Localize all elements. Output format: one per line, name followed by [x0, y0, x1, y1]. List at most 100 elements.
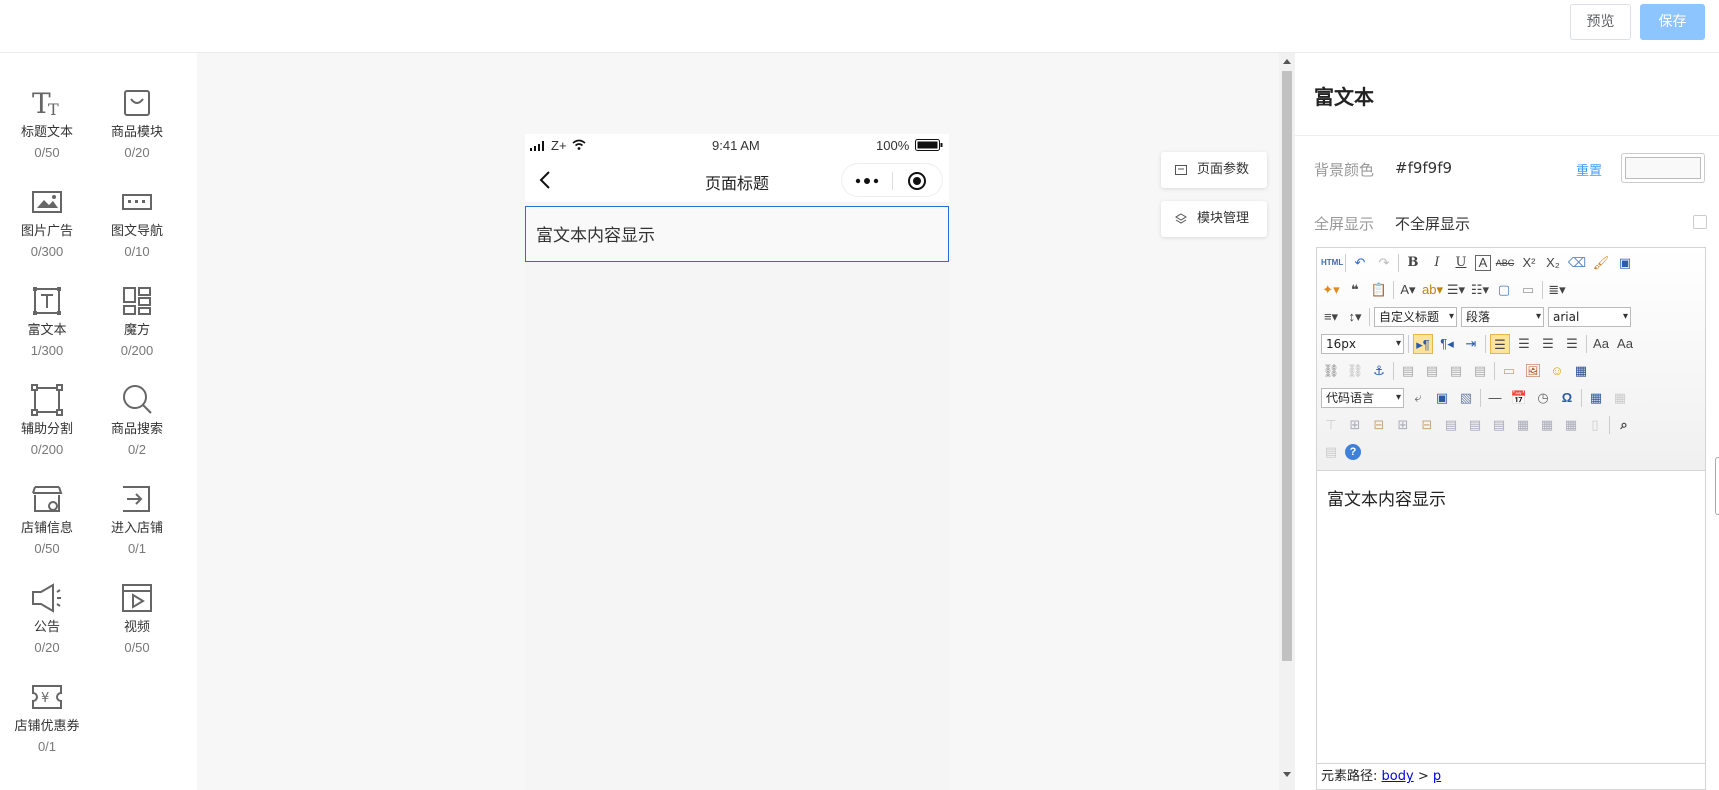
preview-screen-icon[interactable]: ▣ [1615, 253, 1635, 273]
path-p-link[interactable]: p [1433, 769, 1441, 784]
scroll-down-arrow[interactable] [1283, 772, 1291, 777]
palette-item-announcement[interactable]: 公告 0/20 [2, 580, 92, 657]
emotion-icon[interactable]: ☺ [1547, 361, 1567, 381]
image-none-icon[interactable]: ▤ [1398, 361, 1418, 381]
fullscreen-checkbox[interactable] [1693, 215, 1707, 229]
module-manage-button[interactable]: 模块管理 [1161, 201, 1267, 237]
indent-icon[interactable]: ⇥ [1461, 334, 1481, 354]
delete-col-icon[interactable]: ⊟ [1417, 415, 1437, 435]
palette-item-title-text[interactable]: TT 标题文本 0/50 [2, 85, 92, 162]
insert-video-icon[interactable]: ▦ [1571, 361, 1591, 381]
palette-item-enter-store[interactable]: 进入店铺 0/1 [92, 481, 182, 558]
font-color-icon[interactable]: A▾ [1398, 280, 1418, 300]
insert-paragraph-before-table-icon[interactable]: ⊤ [1321, 415, 1341, 435]
merge-right-icon[interactable]: ▤ [1465, 415, 1485, 435]
date-icon[interactable]: 📅 [1509, 388, 1529, 408]
scroll-up-arrow[interactable] [1283, 59, 1291, 64]
color-picker[interactable] [1621, 153, 1705, 183]
palette-item-video[interactable]: 视频 0/50 [92, 580, 182, 657]
blockquote-icon[interactable]: ❝ [1345, 280, 1365, 300]
redo-icon[interactable]: ↷ [1374, 253, 1394, 273]
split-cells-icon[interactable]: ▦ [1513, 415, 1533, 435]
anchor-icon[interactable]: ⚓ [1369, 361, 1389, 381]
background-color-icon[interactable]: ab▾ [1422, 280, 1443, 300]
simple-upload-icon[interactable]: ▭ [1499, 361, 1519, 381]
background-icon[interactable]: ▧ [1456, 388, 1476, 408]
print-icon[interactable]: ▯ [1585, 415, 1605, 435]
split-rows-icon[interactable]: ▦ [1537, 415, 1557, 435]
insert-col-icon[interactable]: ⊞ [1393, 415, 1413, 435]
insert-table-icon[interactable]: ▦ [1586, 388, 1606, 408]
subscript-icon[interactable]: X₂ [1543, 253, 1563, 273]
palette-item-magic-cube[interactable]: 魔方 0/200 [92, 283, 182, 360]
reset-link[interactable]: 重置 [1576, 160, 1602, 179]
bold-icon[interactable]: B [1403, 253, 1423, 273]
merge-down-icon[interactable]: ▤ [1489, 415, 1509, 435]
italic-icon[interactable]: I [1427, 253, 1447, 273]
auto-format-icon[interactable]: ✦▾ [1321, 280, 1341, 300]
more-icon[interactable] [855, 177, 879, 185]
palette-item-goods[interactable]: 商品模块 0/20 [92, 85, 182, 162]
rtl-direction-icon[interactable]: ¶◂ [1437, 334, 1457, 354]
unlink-icon[interactable]: ⛓ [1345, 361, 1365, 381]
image-center-icon[interactable]: ▤ [1470, 361, 1490, 381]
palette-item-store-info[interactable]: 店铺信息 0/50 [2, 481, 92, 558]
paste-text-icon[interactable]: 📋 [1369, 280, 1389, 300]
undo-icon[interactable]: ↶ [1350, 253, 1370, 273]
drafts-icon[interactable]: ▤ [1321, 442, 1341, 462]
superscript-icon[interactable]: X² [1519, 253, 1539, 273]
editor-body[interactable]: 富文本内容显示 [1327, 485, 1446, 510]
canvas-scrollbar[interactable] [1279, 53, 1295, 790]
insert-image-icon[interactable]: 🖼 [1523, 361, 1543, 381]
uppercase-icon[interactable]: Aa [1591, 334, 1611, 354]
save-button[interactable]: 保存 [1640, 4, 1705, 40]
template-icon[interactable]: ▣ [1432, 388, 1452, 408]
insert-row-icon[interactable]: ⊞ [1345, 415, 1365, 435]
palette-item-image-nav[interactable]: 图文导航 0/10 [92, 184, 182, 261]
special-chars-icon[interactable]: Ω [1557, 388, 1577, 408]
image-right-icon[interactable]: ▤ [1446, 361, 1466, 381]
font-border-icon[interactable]: A [1475, 255, 1491, 271]
palette-item-image-ad[interactable]: 图片广告 0/300 [2, 184, 92, 261]
ordered-list-icon[interactable]: ☰▾ [1446, 280, 1466, 300]
palette-item-goods-search[interactable]: 商品搜索 0/2 [92, 382, 182, 459]
delete-row-icon[interactable]: ⊟ [1369, 415, 1389, 435]
rich-text-module[interactable]: 富文本内容显示 [525, 206, 949, 262]
ltr-direction-icon[interactable]: ▸¶ [1413, 334, 1433, 354]
scroll-thumb[interactable] [1282, 71, 1292, 661]
underline-icon[interactable]: U [1451, 253, 1471, 273]
time-icon[interactable]: ◷ [1533, 388, 1553, 408]
clear-doc-icon[interactable]: ▭ [1518, 280, 1538, 300]
font-size-select[interactable]: 16px [1321, 334, 1404, 354]
code-language-select[interactable]: 代码语言 [1321, 388, 1404, 408]
merge-cells-icon[interactable]: ▤ [1441, 415, 1461, 435]
palette-item-coupon[interactable]: ¥ 店铺优惠券 0/1 [2, 679, 92, 756]
align-left-icon[interactable]: ☰ [1490, 334, 1510, 354]
path-body-link[interactable]: body [1382, 769, 1414, 784]
image-left-icon[interactable]: ▤ [1422, 361, 1442, 381]
row-spacing-top-icon[interactable]: ≣▾ [1547, 280, 1567, 300]
eraser-icon[interactable]: ⌫ [1567, 253, 1587, 273]
custom-heading-select[interactable]: 自定义标题 [1374, 307, 1457, 327]
delete-table-icon[interactable]: ▦ [1610, 388, 1630, 408]
panel-resize-handle[interactable] [1715, 457, 1719, 515]
page-params-button[interactable]: 页面参数 [1161, 152, 1267, 188]
html-source-icon[interactable]: HTML [1321, 253, 1343, 273]
palette-item-rich-text[interactable]: 富文本 1/300 [2, 283, 92, 360]
help-icon[interactable]: ? [1345, 444, 1361, 460]
link-icon[interactable]: ⛓ [1321, 361, 1341, 381]
palette-item-divider[interactable]: 辅助分割 0/200 [2, 382, 92, 459]
align-justify-icon[interactable]: ☰ [1562, 334, 1582, 354]
strikethrough-icon[interactable]: ABC [1495, 253, 1515, 273]
page-break-icon[interactable]: ⤶ [1408, 388, 1428, 408]
line-height-icon[interactable]: ↕▾ [1345, 307, 1365, 327]
paragraph-select[interactable]: 段落 [1461, 307, 1544, 327]
lowercase-icon[interactable]: Aa [1615, 334, 1635, 354]
font-family-select[interactable]: arial [1548, 307, 1631, 327]
horizontal-rule-icon[interactable]: — [1485, 388, 1505, 408]
align-right-icon[interactable]: ☰ [1538, 334, 1558, 354]
select-all-icon[interactable]: ▢ [1494, 280, 1514, 300]
split-cols-icon[interactable]: ▦ [1561, 415, 1581, 435]
preview-button[interactable]: 预览 [1570, 4, 1631, 40]
row-spacing-bottom-icon[interactable]: ≡▾ [1321, 307, 1341, 327]
